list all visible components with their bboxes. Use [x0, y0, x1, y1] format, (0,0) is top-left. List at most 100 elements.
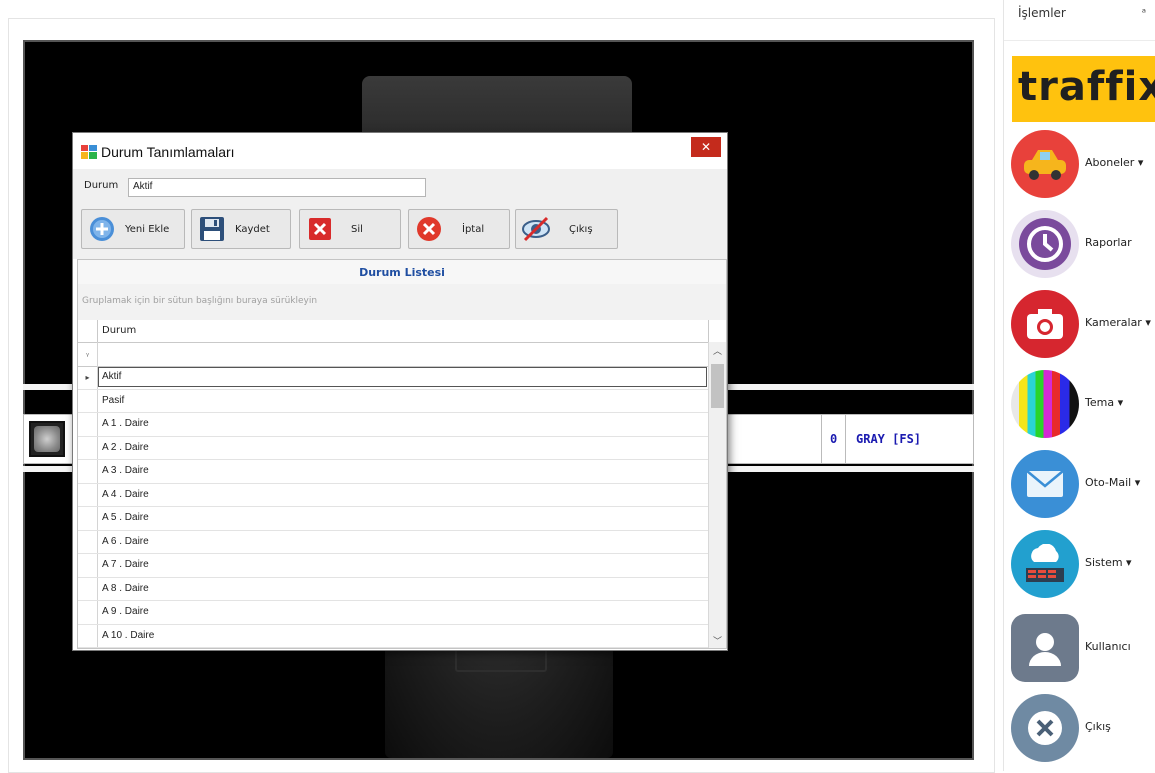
sidebar-item-oto-mail[interactable]: Oto-Mail ▾ — [1009, 446, 1155, 518]
table-row[interactable]: A 8 . Daire — [78, 577, 708, 601]
column-header-row: Durum — [78, 320, 726, 343]
table-row[interactable]: A 4 . Daire — [78, 483, 708, 507]
table-row[interactable]: A 10 . Daire — [78, 624, 708, 648]
close-circle-icon — [1011, 694, 1079, 762]
sidebar: İşlemler ᵃ traffix« Aboneler ▾ Raporlar … — [1003, 0, 1155, 771]
row-indicator — [78, 577, 98, 600]
group-hint: Gruplamak için bir sütun başlığını buray… — [82, 296, 318, 306]
floppy-icon — [197, 214, 227, 244]
sidebar-item-tema[interactable]: Tema ▾ — [1009, 366, 1155, 438]
row-indicator — [78, 436, 98, 459]
cell-durum: A 7 . Daire — [102, 559, 149, 570]
row-indicator-header — [78, 320, 98, 342]
scroll-up-icon[interactable]: ︿ — [709, 342, 726, 358]
save-button[interactable]: Kaydet — [191, 209, 291, 249]
row-indicator — [78, 530, 98, 553]
sidebar-item-kullanici[interactable]: Kullanıcı — [1009, 610, 1155, 682]
table-row[interactable]: A 7 . Daire — [78, 554, 708, 578]
sidebar-item-label: Oto-Mail ▾ — [1085, 476, 1141, 489]
status-definitions-dialog: Durum Tanımlamaları ✕ Durum Aktif Yeni E… — [72, 132, 728, 651]
user-icon — [1011, 614, 1079, 682]
row-indicator — [78, 460, 98, 483]
sidebar-item-label: Kameralar ▾ — [1085, 316, 1151, 329]
delete-icon — [305, 214, 335, 244]
table-row[interactable]: A 2 . Daire — [78, 436, 708, 460]
exit-button[interactable]: Çıkış — [515, 209, 618, 249]
row-indicator — [78, 624, 98, 647]
add-icon — [87, 214, 117, 244]
column-header-endcap — [708, 320, 726, 342]
cell-durum: A 6 . Daire — [102, 535, 149, 547]
new-button[interactable]: Yeni Ekle — [81, 209, 185, 249]
brand-name: traffix — [1018, 64, 1155, 110]
sidebar-item-sistem[interactable]: Sistem ▾ — [1009, 526, 1155, 598]
sidebar-item-raporlar[interactable]: Raporlar — [1009, 206, 1155, 278]
filter-row[interactable]: ᵧ — [78, 342, 726, 367]
record-color-code: GRAY [FS] — [845, 415, 973, 463]
gear-icon — [34, 426, 60, 452]
delete-button[interactable]: Sil — [299, 209, 401, 249]
table-row[interactable]: Pasif — [78, 389, 708, 413]
delete-button-label: Sil — [351, 223, 363, 235]
record-count: 0 — [821, 415, 843, 463]
dialog-titlebar[interactable]: Durum Tanımlamaları ✕ — [73, 133, 727, 169]
dialog-title: Durum Tanımlamaları — [101, 144, 235, 160]
sidebar-item-label: Kullanıcı — [1085, 640, 1131, 653]
cell-durum: A 1 . Daire — [102, 418, 149, 429]
table-row[interactable]: A 1 . Daire — [78, 413, 708, 437]
cell-durum: Pasif — [102, 394, 125, 406]
table-row[interactable]: ▸ Aktif — [78, 366, 708, 390]
status-field[interactable]: Aktif — [128, 178, 426, 197]
row-indicator — [78, 413, 98, 436]
new-button-label: Yeni Ekle — [125, 223, 170, 235]
table-row[interactable]: A 9 . Daire — [78, 601, 708, 625]
cloud-server-icon — [1011, 530, 1079, 598]
record-thumbnail[interactable] — [29, 421, 65, 457]
row-indicator — [78, 601, 98, 624]
filter-icon: ᵧ — [78, 342, 98, 366]
vertical-scrollbar[interactable]: ︿ ﹀ — [708, 342, 726, 648]
group-by-panel[interactable]: Gruplamak için bir sütun başlığını buray… — [78, 284, 726, 321]
sidebar-item-aboneler[interactable]: Aboneler ▾ — [1009, 126, 1155, 198]
status-grid: Durum Listesi Gruplamak için bir sütun b… — [77, 259, 727, 649]
column-header-durum[interactable]: Durum — [102, 325, 136, 336]
row-indicator: ▸ — [78, 366, 98, 389]
cell-durum: A 4 . Daire — [102, 488, 149, 500]
row-indicator — [78, 389, 98, 412]
dialog-form: Durum Aktif Yeni Ekle Kaydet Sil İptal Ç… — [73, 169, 727, 259]
sidebar-item-label: Çıkış — [1085, 720, 1111, 733]
history-icon — [1011, 210, 1079, 278]
cell-durum: A 3 . Daire — [102, 465, 149, 476]
grid-rows: ▸ Aktif Pasif A 1 . Daire A 2 . Daire A 3 . D… — [78, 366, 708, 648]
car-icon — [1011, 130, 1079, 198]
grid-title: Durum Listesi — [78, 260, 726, 285]
cancel-icon — [414, 214, 444, 244]
sidebar-item-kameralar[interactable]: Kameralar ▾ — [1009, 286, 1155, 358]
cell-durum: A 10 . Daire — [102, 629, 155, 641]
app-icon — [81, 145, 97, 159]
pin-icon[interactable]: ᵃ — [1142, 6, 1146, 19]
sidebar-header: İşlemler — [1018, 6, 1066, 20]
cell-durum: A 2 . Daire — [102, 441, 149, 453]
mail-icon — [1011, 450, 1079, 518]
save-button-label: Kaydet — [235, 223, 270, 235]
camera-icon — [1011, 290, 1079, 358]
exit-button-label: Çıkış — [569, 223, 593, 235]
sidebar-item-label: Tema ▾ — [1085, 396, 1124, 409]
scroll-thumb[interactable] — [711, 364, 724, 408]
cell-durum: A 9 . Daire — [102, 606, 149, 617]
cell-durum: Aktif — [102, 371, 122, 382]
brand-logo: traffix« — [1012, 56, 1155, 122]
scroll-down-icon[interactable]: ﹀ — [709, 632, 726, 648]
table-row[interactable]: A 5 . Daire — [78, 507, 708, 531]
row-indicator — [78, 554, 98, 577]
focused-cell — [98, 367, 707, 387]
sidebar-item-label: Raporlar — [1085, 236, 1132, 249]
table-row[interactable]: A 6 . Daire — [78, 530, 708, 554]
close-button[interactable]: ✕ — [691, 137, 721, 157]
sidebar-item-label: Aboneler ▾ — [1085, 156, 1144, 169]
cell-durum: A 5 . Daire — [102, 512, 149, 523]
table-row[interactable]: A 3 . Daire — [78, 460, 708, 484]
cancel-button[interactable]: İptal — [408, 209, 510, 249]
sidebar-item-cikis[interactable]: Çıkış — [1009, 690, 1155, 762]
